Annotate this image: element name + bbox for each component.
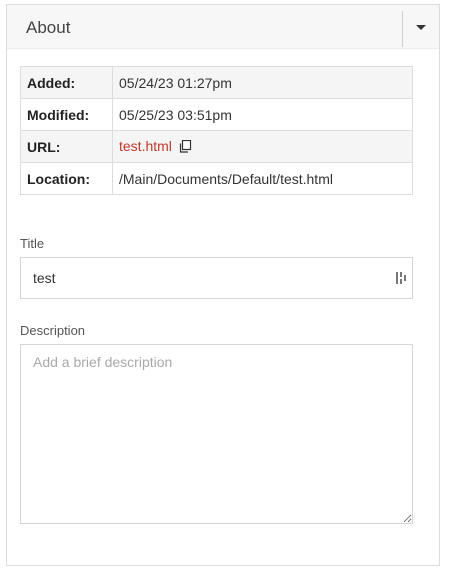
caret-down-icon xyxy=(416,24,426,30)
title-input[interactable] xyxy=(21,258,381,298)
table-row: Modified: 05/25/23 03:51pm xyxy=(20,98,413,131)
table-row: URL: test.html xyxy=(20,130,413,163)
panel-title: About xyxy=(26,18,71,37)
collapse-toggle-button[interactable] xyxy=(403,5,439,49)
url-label: URL: xyxy=(20,130,113,163)
modified-label: Modified: xyxy=(20,98,113,131)
title-field xyxy=(20,257,413,299)
metadata-table: Added: 05/24/23 01:27pm Modified: 05/25/… xyxy=(20,66,413,195)
tag-icon[interactable] xyxy=(395,271,407,290)
copy-icon[interactable] xyxy=(179,139,192,156)
added-value: 05/24/23 01:27pm xyxy=(112,66,413,99)
title-label: Title xyxy=(20,236,45,251)
description-textarea[interactable] xyxy=(20,344,413,524)
added-label: Added: xyxy=(20,66,113,99)
table-row: Added: 05/24/23 01:27pm xyxy=(20,66,413,99)
location-value: /Main/Documents/Default/test.html xyxy=(112,162,413,195)
description-label: Description xyxy=(20,323,86,338)
location-label: Location: xyxy=(20,162,113,195)
url-link[interactable]: test.html xyxy=(119,138,172,154)
panel-header: About xyxy=(7,5,439,49)
modified-value: 05/25/23 03:51pm xyxy=(112,98,413,131)
table-row: Location: /Main/Documents/Default/test.h… xyxy=(20,162,413,195)
url-cell: test.html xyxy=(112,130,413,163)
